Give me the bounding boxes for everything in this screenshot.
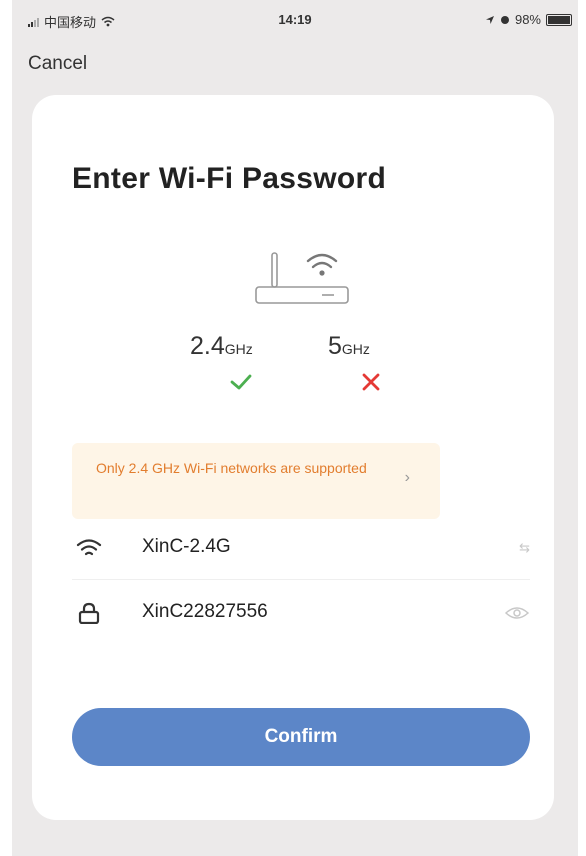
status-bar: 中国移动 14:19 98% [12, 0, 578, 40]
switch-network-icon[interactable]: ⇆ [519, 540, 530, 556]
chevron-right-icon: › [404, 469, 410, 486]
wifi-network-row[interactable]: XinC-2.4G ⇆ [72, 523, 530, 580]
status-right: 98% [485, 12, 572, 27]
unsupported-cross-icon [362, 373, 380, 391]
alarm-icon [500, 15, 509, 24]
eye-icon[interactable] [504, 605, 530, 621]
page-title: Enter Wi-Fi Password [72, 162, 387, 195]
password-row: XinC22827556 [72, 588, 530, 644]
wifi-icon [76, 539, 102, 556]
notice-text: Only 2.4 GHz Wi-Fi networks are supporte… [96, 460, 367, 476]
band-5ghz-label: 5GHz [328, 332, 370, 360]
router-icon [255, 252, 349, 304]
wifi-password-card: Enter Wi-Fi Password 2.4GHz 5GHz Only 2.… [32, 95, 554, 820]
confirm-button[interactable]: Confirm [72, 708, 530, 766]
supported-check-icon [230, 374, 252, 390]
lock-icon [78, 602, 100, 624]
band-support-notice[interactable]: Only 2.4 GHz Wi-Fi networks are supporte… [72, 443, 440, 519]
password-field[interactable]: XinC22827556 [142, 601, 268, 623]
battery-percent: 98% [514, 12, 541, 27]
battery-icon [546, 13, 572, 26]
cancel-button[interactable]: Cancel [28, 53, 87, 75]
left-edge [0, 0, 12, 856]
band-2-4ghz-label: 2.4GHz [190, 332, 253, 360]
location-icon [485, 15, 494, 24]
wifi-ssid-value: XinC-2.4G [142, 536, 231, 557]
right-edge [578, 0, 586, 856]
